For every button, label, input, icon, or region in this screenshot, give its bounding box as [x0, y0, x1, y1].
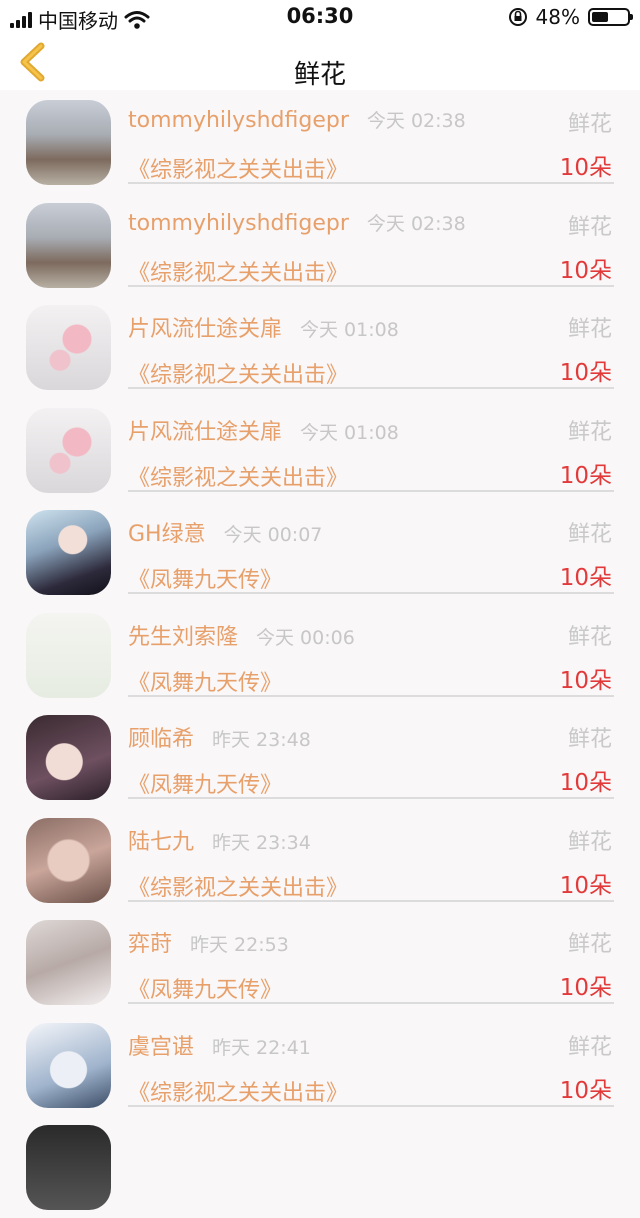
timestamp: 今天 01:08: [300, 319, 399, 341]
gift-type: 鲜花: [567, 727, 612, 752]
list-item[interactable]: 弈莳 昨天 22:53 鲜花 《凤舞九天传》 10朵: [0, 910, 640, 1013]
avatar[interactable]: [26, 100, 111, 185]
book-title[interactable]: 《综影视之关关出击》: [128, 1075, 348, 1107]
timestamp: 今天 02:38: [366, 212, 466, 235]
gift-type: 鲜花: [567, 317, 612, 342]
book-title[interactable]: 《凤舞九天传》: [128, 767, 282, 799]
user-name[interactable]: GH绿意: [128, 522, 206, 547]
avatar[interactable]: [26, 305, 111, 390]
user-name[interactable]: 片风流仕途关扉: [128, 317, 282, 342]
book-title[interactable]: 《综影视之关关出击》: [128, 870, 348, 902]
timestamp: 昨天 23:48: [212, 729, 311, 751]
gift-count: 10朵: [559, 462, 612, 489]
timestamp: 昨天 22:53: [190, 934, 289, 956]
timestamp: 今天 01:08: [300, 421, 399, 444]
timestamp: 昨天 23:34: [212, 831, 311, 854]
gift-type: 鲜花: [567, 112, 612, 137]
list-item[interactable]: tommyhilyshdfigepr 今天 02:38 鲜花 《综影视之关关出击》…: [0, 193, 640, 296]
gift-type: 鲜花: [567, 419, 612, 445]
list-item[interactable]: 顾临希 昨天 23:48 鲜花 《凤舞九天传》 10朵: [0, 705, 640, 808]
list-item[interactable]: 片风流仕途关扉 今天 01:08 鲜花 《综影视之关关出击》 10朵: [0, 295, 640, 398]
user-name[interactable]: 片风流仕途关扉: [128, 420, 282, 445]
status-right: 48%: [508, 5, 633, 29]
gift-count: 10朵: [559, 667, 612, 694]
divider: [128, 1002, 614, 1004]
list-item-partial[interactable]: [0, 1115, 640, 1218]
gift-record-list: tommyhilyshdfigepr 今天 02:38 鲜花 《综影视之关关出击》…: [0, 90, 640, 1218]
timestamp: 今天 00:06: [256, 626, 355, 649]
battery-percent: 48%: [535, 5, 580, 29]
list-item[interactable]: 先生刘索隆 今天 00:06 鲜花 《凤舞九天传》 10朵: [0, 603, 640, 706]
book-title[interactable]: 《综影视之关关出击》: [128, 460, 348, 492]
timestamp: 今天 00:07: [223, 524, 323, 546]
divider: [128, 182, 614, 184]
gift-count: 10朵: [559, 565, 612, 591]
gift-type: 鲜花: [567, 1034, 612, 1060]
gift-count: 10朵: [559, 975, 612, 1001]
avatar[interactable]: [26, 1022, 111, 1108]
gift-count: 10朵: [559, 257, 612, 284]
book-title[interactable]: 《综影视之关关出击》: [128, 255, 348, 287]
user-name[interactable]: 陆七九: [128, 830, 194, 855]
divider: [128, 797, 614, 799]
page-title: 鲜花: [293, 60, 346, 90]
gift-type: 鲜花: [567, 829, 612, 855]
gift-count: 10朵: [559, 155, 612, 181]
avatar[interactable]: [26, 407, 111, 493]
list-item[interactable]: 片风流仕途关扉 今天 01:08 鲜花 《综影视之关关出击》 10朵: [0, 398, 640, 501]
avatar[interactable]: [26, 715, 111, 800]
divider: [128, 489, 614, 492]
gift-count: 10朵: [559, 872, 612, 899]
divider: [128, 592, 614, 594]
book-title[interactable]: 《综影视之关关出击》: [128, 357, 348, 389]
book-title[interactable]: 《凤舞九天传》: [128, 972, 282, 1004]
avatar[interactable]: [26, 817, 111, 903]
user-name[interactable]: 弈莳: [128, 932, 172, 957]
gift-type: 鲜花: [567, 522, 612, 547]
timestamp: 昨天 22:41: [212, 1036, 311, 1059]
gift-type: 鲜花: [567, 932, 612, 957]
divider: [128, 899, 614, 902]
rotation-lock-icon: [508, 8, 527, 26]
list-item[interactable]: 虞宫谌 昨天 22:41 鲜花 《综影视之关关出击》 10朵: [0, 1013, 640, 1116]
gift-count: 10朵: [559, 770, 612, 796]
battery-icon: [588, 8, 633, 26]
list-item[interactable]: GH绿意 今天 00:07 鲜花 《凤舞九天传》 10朵: [0, 500, 640, 603]
user-name[interactable]: tommyhilyshdfigepr: [128, 211, 349, 236]
divider: [128, 284, 614, 287]
book-title[interactable]: 《综影视之关关出击》: [128, 152, 348, 184]
list-item[interactable]: tommyhilyshdfigepr 今天 02:38 鲜花 《综影视之关关出击》…: [0, 90, 640, 193]
user-name[interactable]: 顾临希: [128, 727, 194, 752]
user-name[interactable]: tommyhilyshdfigepr: [128, 108, 349, 133]
gift-type: 鲜花: [567, 624, 612, 650]
navigation-bar: 鲜花: [0, 34, 640, 90]
timestamp: 今天 02:38: [366, 110, 466, 132]
list-item[interactable]: 陆七九 昨天 23:34 鲜花 《综影视之关关出击》 10朵: [0, 808, 640, 911]
divider: [128, 694, 614, 697]
book-title[interactable]: 《凤舞九天传》: [128, 562, 282, 594]
avatar[interactable]: [26, 1125, 111, 1210]
book-title[interactable]: 《凤舞九天传》: [128, 665, 282, 697]
gift-count: 10朵: [559, 1077, 612, 1104]
divider: [128, 387, 614, 389]
avatar[interactable]: [26, 920, 111, 1005]
status-bar: 中国移动 06:30 48%: [0, 0, 640, 34]
avatar[interactable]: [26, 510, 111, 595]
avatar[interactable]: [26, 202, 111, 288]
user-name[interactable]: 先生刘索隆: [128, 625, 238, 650]
gift-type: 鲜花: [567, 214, 612, 240]
avatar[interactable]: [26, 612, 111, 698]
gift-count: 10朵: [559, 360, 612, 386]
user-name[interactable]: 虞宫谌: [128, 1035, 194, 1060]
divider: [128, 1104, 614, 1107]
